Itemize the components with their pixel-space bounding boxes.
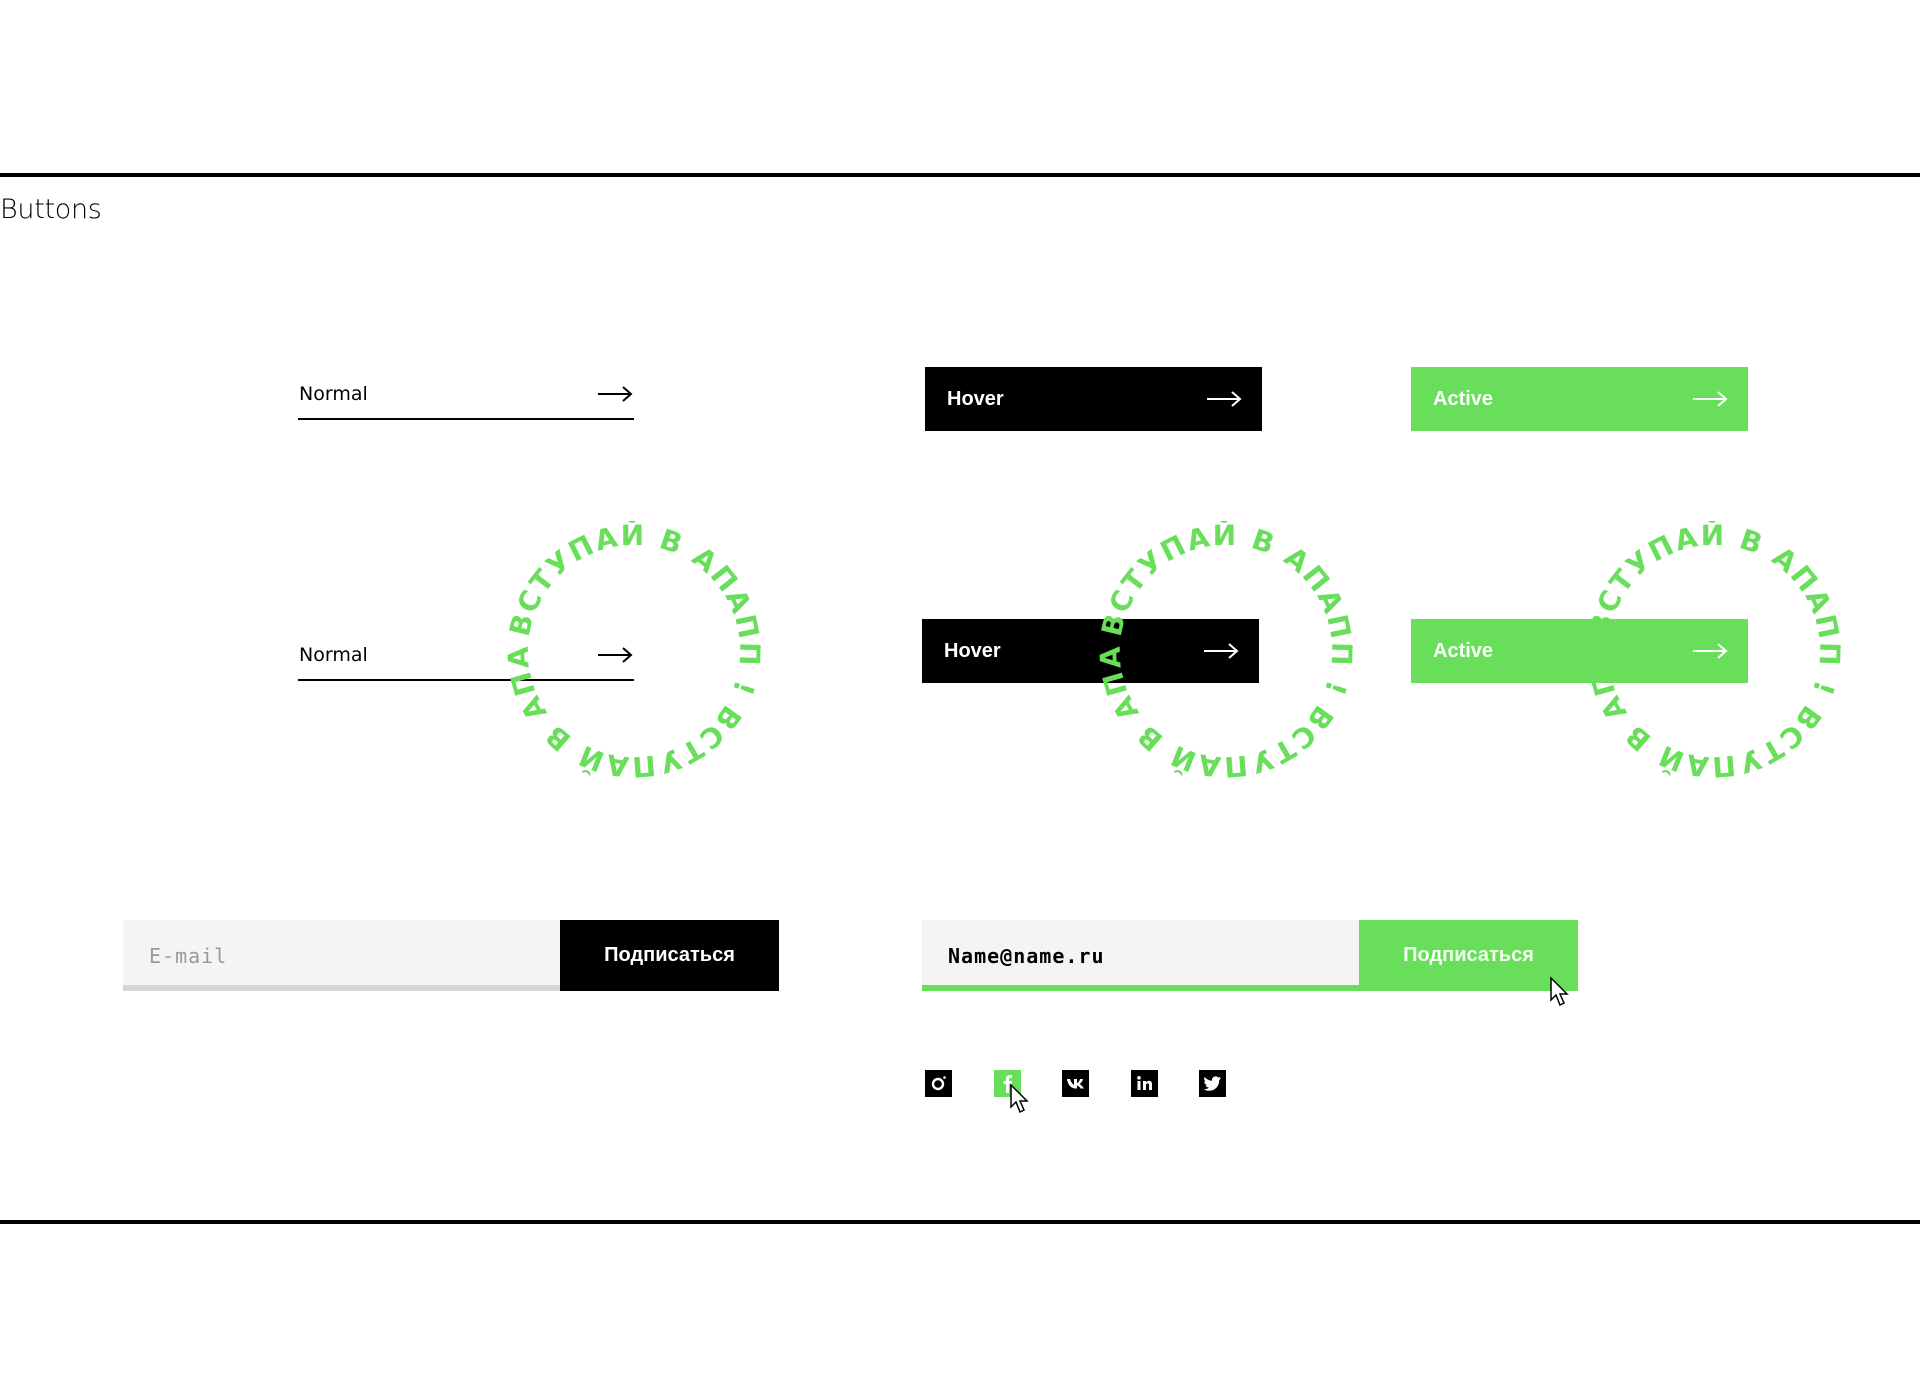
button-hover-with-badge[interactable]: Hover [922,619,1259,683]
arrow-right-icon [1204,643,1239,659]
instagram-icon[interactable] [925,1070,952,1097]
linkedin-icon[interactable] [1131,1070,1158,1097]
subscribe-button[interactable]: Подписаться [1359,920,1578,991]
subscribe-form-default: E-mail Подписаться [123,920,779,991]
button-active[interactable]: Active [1411,367,1748,431]
subscribe-form-active: Name@name.ru Подписаться [922,920,1578,991]
email-input[interactable]: E-mail [123,920,560,991]
subscribe-button[interactable]: Подписаться [560,920,779,991]
section-title: Buttons [0,194,102,225]
vk-icon[interactable] [1062,1070,1089,1097]
button-label: Normal [299,383,368,405]
twitter-icon[interactable] [1199,1070,1226,1097]
button-label: Normal [299,644,368,666]
button-normal-with-badge[interactable]: Normal [298,631,634,681]
button-active-with-badge[interactable]: Active [1411,619,1748,683]
bottom-divider [0,1220,1920,1224]
button-normal[interactable]: Normal [298,370,634,420]
arrow-right-icon [1693,391,1728,407]
button-label: Active [1433,387,1494,410]
top-divider [0,173,1920,177]
facebook-icon[interactable] [994,1070,1021,1097]
arrow-right-icon [1693,643,1728,659]
button-label: Hover [944,639,1001,662]
button-label: Hover [947,387,1004,410]
button-hover[interactable]: Hover [925,367,1262,431]
arrow-right-icon [598,386,633,402]
button-label: Active [1433,639,1494,662]
arrow-right-icon [1207,391,1242,407]
email-input[interactable]: Name@name.ru [922,920,1359,991]
arrow-right-icon [598,647,633,663]
